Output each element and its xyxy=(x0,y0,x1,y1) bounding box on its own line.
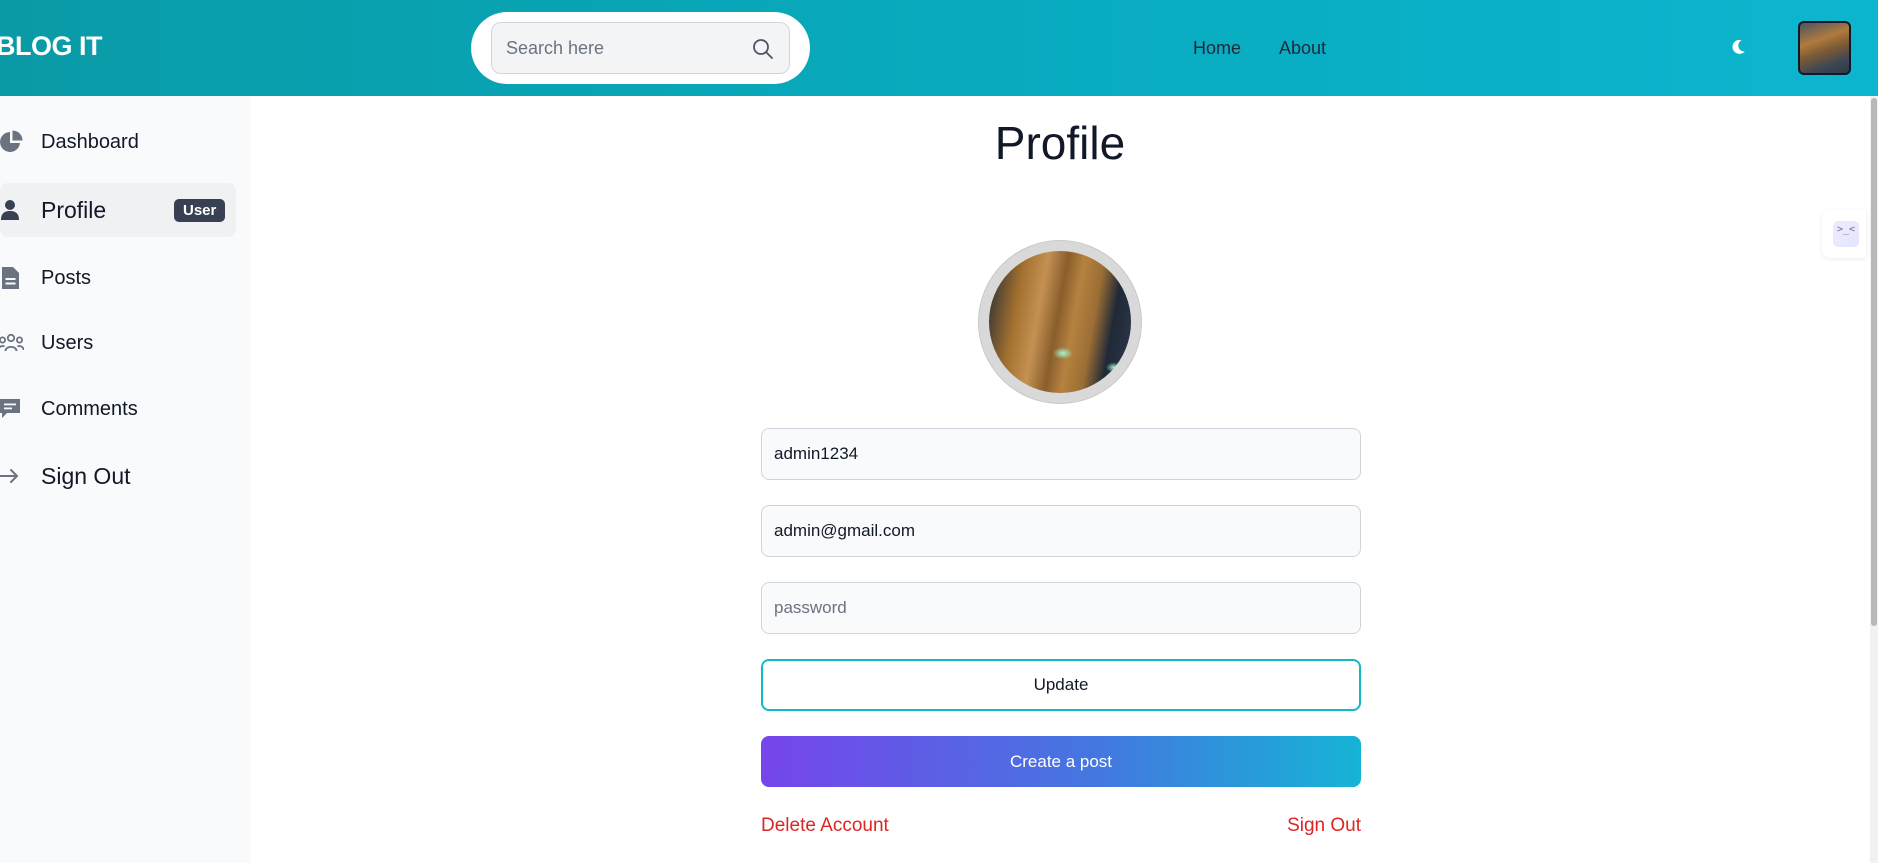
sidebar-item-users[interactable]: Users xyxy=(0,316,236,370)
username-field[interactable] xyxy=(761,428,1361,480)
user-avatar[interactable] xyxy=(1798,21,1851,75)
top-navbar: BLOG IT Home About xyxy=(0,0,1878,96)
arrow-right-icon xyxy=(0,469,18,483)
comment-icon xyxy=(0,399,20,418)
sidebar-item-label: Comments xyxy=(41,397,138,420)
search-box xyxy=(491,22,790,74)
nav-home-link[interactable]: Home xyxy=(1193,38,1241,59)
extension-icon: >_< xyxy=(1833,221,1859,247)
nav-about-link[interactable]: About xyxy=(1279,38,1326,59)
sidebar-item-sign-out[interactable]: Sign Out xyxy=(0,449,236,503)
page-title: Profile xyxy=(994,117,1126,169)
update-button[interactable]: Update xyxy=(761,659,1361,711)
sidebar-item-label: Users xyxy=(41,331,94,354)
search-icon[interactable] xyxy=(751,37,775,61)
role-badge: User xyxy=(174,198,226,222)
sidebar-item-comments[interactable]: Comments xyxy=(0,382,236,436)
search-container xyxy=(471,12,810,84)
sidebar: Dashboard Profile User Posts Users Comme… xyxy=(0,96,250,863)
delete-account-link[interactable]: Delete Account xyxy=(761,815,889,837)
sidebar-item-posts[interactable]: Posts xyxy=(0,251,236,305)
users-group-icon xyxy=(0,333,24,352)
create-post-button[interactable]: Create a post xyxy=(761,736,1361,787)
vertical-scrollbar[interactable] xyxy=(1870,96,1878,863)
sidebar-item-label: Sign Out xyxy=(41,462,131,489)
sign-out-link[interactable]: Sign Out xyxy=(1287,815,1361,837)
site-logo[interactable]: BLOG IT xyxy=(0,31,103,62)
sidebar-item-label: Profile xyxy=(41,196,107,223)
sidebar-item-profile[interactable]: Profile User xyxy=(0,183,236,237)
document-icon xyxy=(2,267,19,289)
extension-widget[interactable]: >_< xyxy=(1822,210,1866,258)
moon-icon[interactable] xyxy=(1728,37,1748,57)
user-icon xyxy=(1,200,19,220)
search-input[interactable] xyxy=(492,23,789,73)
scrollbar-thumb[interactable] xyxy=(1871,98,1877,626)
profile-photo xyxy=(989,251,1131,393)
password-field[interactable] xyxy=(761,582,1361,634)
profile-picture[interactable] xyxy=(979,241,1141,403)
sidebar-item-label: Posts xyxy=(41,266,92,289)
email-field[interactable] xyxy=(761,505,1361,557)
